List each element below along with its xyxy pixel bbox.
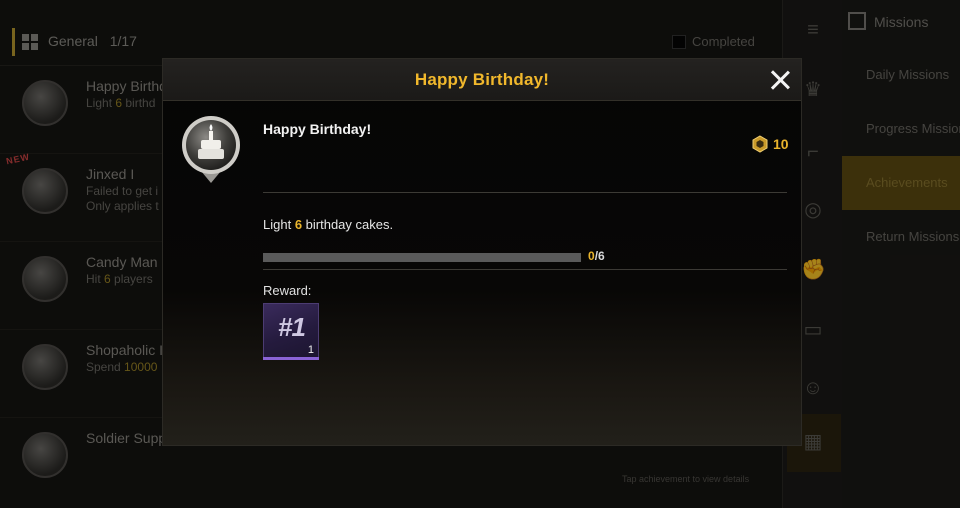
- progress-text: 0/6: [588, 249, 605, 263]
- reward-label: Reward:: [263, 283, 312, 298]
- desc-text: birthday cakes.: [302, 217, 394, 232]
- achievement-dialog: Happy Birthday! Happy Birthday! 10 Light…: [162, 58, 802, 446]
- reward-rarity-bar: [263, 357, 319, 360]
- reward-item[interactable]: #1 1: [263, 303, 319, 360]
- reward-item-name: #1: [278, 312, 306, 342]
- progress-total: /6: [594, 249, 605, 263]
- divider: [263, 192, 787, 193]
- progress-current: 0: [588, 249, 595, 263]
- desc-number: 6: [294, 217, 303, 232]
- progress-bar: [263, 253, 581, 262]
- points-coin-icon: [752, 135, 768, 153]
- achievement-name: Happy Birthday!: [263, 121, 372, 137]
- close-icon[interactable]: [767, 67, 793, 93]
- points-display: 10: [751, 133, 789, 155]
- desc-text: Light: [263, 217, 295, 232]
- cake-medal-icon: [182, 116, 240, 183]
- points-value: 10: [773, 136, 789, 152]
- reward-quantity: 1: [307, 344, 314, 356]
- divider: [263, 269, 787, 270]
- dialog-title: Happy Birthday!: [414, 70, 550, 89]
- achievement-description: Light 6 birthday cakes.: [263, 217, 393, 232]
